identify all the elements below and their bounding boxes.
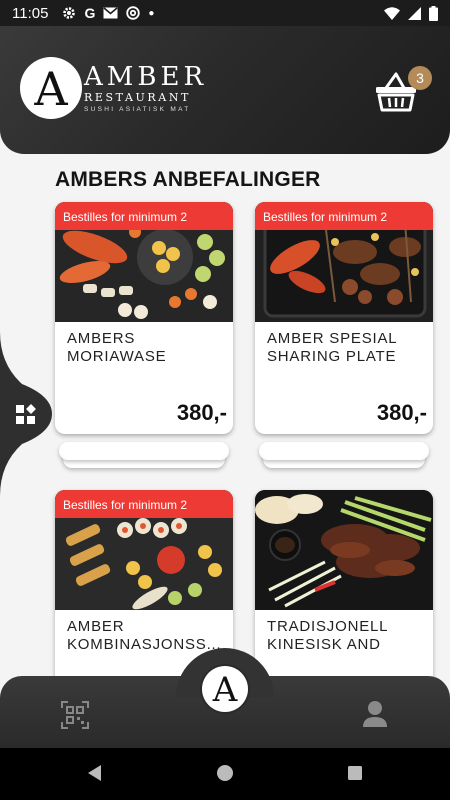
brand-tagline: SUSHI ASIATISK MAT (84, 106, 191, 113)
product-price: 380,- (176, 400, 227, 425)
app-header: A AMBER RESTAURANT SUSHI ASIATISK MAT 3 (0, 26, 450, 154)
cart-count-badge: 3 (408, 66, 432, 90)
logo-letter: A (34, 62, 68, 116)
home-logo-button[interactable]: A (176, 648, 274, 714)
status-icons-right (384, 5, 438, 21)
product-image (255, 490, 433, 610)
categories-icon (16, 404, 36, 424)
qr-scan-icon (61, 701, 89, 729)
google-icon: G (84, 5, 96, 21)
product-card-wrap: AMBERS MORIAWASE 380,- Bestilles for min… (55, 202, 233, 472)
back-icon[interactable] (86, 764, 104, 782)
home-icon[interactable] (216, 764, 234, 782)
dot-icon: ● (148, 7, 155, 19)
status-icons-left: G ● (62, 5, 154, 21)
brand-name: AMBER (84, 62, 208, 92)
section-title: AMBERS ANBEFALINGER (55, 168, 321, 191)
wifi-icon (384, 6, 400, 20)
product-name: AMBER KOMBINASJONSS... (67, 618, 222, 653)
minimum-order-badge: Bestilles for minimum 2 (55, 202, 233, 230)
product-card[interactable]: AMBERS MORIAWASE 380,- Bestilles for min… (55, 202, 233, 434)
category-side-tab[interactable] (0, 332, 54, 496)
product-name: AMBERS MORIAWASE (67, 330, 167, 365)
logo[interactable]: A (20, 57, 82, 119)
product-price: 380,- (376, 400, 427, 425)
qr-scan-button[interactable] (60, 700, 90, 730)
gmail-icon (103, 7, 118, 19)
product-card-wrap: AMBER SPESIAL SHARING PLATE 380,- Bestil… (255, 202, 433, 472)
profile-button[interactable] (360, 699, 390, 729)
signal-icon (408, 6, 421, 20)
card-stack-layer (59, 442, 229, 460)
profile-icon (363, 701, 387, 727)
product-name: TRADISJONELL KINESISK AND (267, 618, 388, 653)
logo-text: AMBER RESTAURANT SUSHI ASIATISK MAT (84, 64, 207, 113)
cart-button[interactable]: 3 (374, 66, 434, 112)
status-bar: 11:05 G ● (0, 0, 450, 26)
card-stack-layer (259, 442, 429, 460)
product-name: AMBER SPESIAL SHARING PLATE (267, 330, 397, 365)
status-time: 11:05 (12, 4, 49, 22)
home-logo-letter: A (212, 670, 238, 710)
battery-icon (429, 5, 438, 21)
minimum-order-badge: Bestilles for minimum 2 (55, 490, 233, 518)
at-sign-icon (126, 6, 141, 20)
gear-icon (63, 7, 76, 19)
recents-icon[interactable] (346, 764, 364, 782)
brand-subtitle: RESTAURANT (84, 91, 191, 104)
product-card[interactable]: AMBER SPESIAL SHARING PLATE 380,- Bestil… (255, 202, 433, 434)
system-navigation-bar (0, 748, 450, 800)
minimum-order-badge: Bestilles for minimum 2 (255, 202, 433, 230)
home-logo: A (202, 666, 248, 712)
